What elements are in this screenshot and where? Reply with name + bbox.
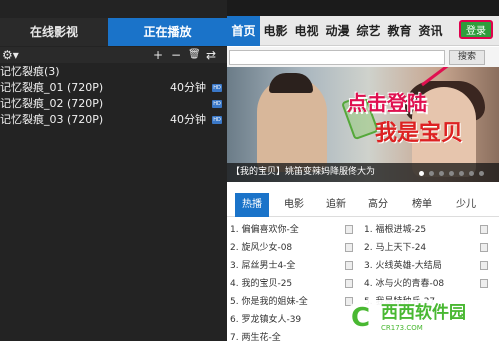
playlist-item-name: 记忆裂痕_01 (720P): [0, 81, 104, 94]
search-button[interactable]: 搜索: [449, 50, 485, 65]
tab-education[interactable]: 教育: [384, 16, 415, 46]
tab-movie[interactable]: 电影: [260, 16, 291, 46]
rank-item[interactable]: 4. 我的宝贝-25: [230, 275, 292, 293]
play-list-icon[interactable]: [345, 261, 353, 270]
play-list-icon[interactable]: [345, 243, 353, 252]
rank-item[interactable]: 4. 冰与火的青春-08: [364, 275, 444, 293]
play-list-icon[interactable]: [480, 261, 488, 270]
tab-variety[interactable]: 综艺: [353, 16, 384, 46]
rank-item[interactable]: 3. 屌丝男士4-全: [230, 257, 295, 275]
rank-item[interactable]: 3. 火线英雄-大结局: [364, 257, 442, 275]
play-list-icon[interactable]: [480, 279, 488, 288]
playlist-item[interactable]: 记忆裂痕_01 (720P) 40分钟 HD: [0, 80, 227, 96]
playlist-item-name: 记忆裂痕_03 (720P): [0, 113, 104, 126]
search-input[interactable]: [229, 50, 445, 65]
tab-now-playing[interactable]: 正在播放: [108, 18, 227, 46]
site-watermark: C 西西软件园 CR173.COM: [345, 300, 495, 338]
carousel-dot[interactable]: [429, 171, 434, 176]
trash-icon[interactable]: 🗑: [188, 48, 201, 62]
play-list-icon[interactable]: [345, 225, 353, 234]
add-icon[interactable]: +: [153, 48, 163, 62]
remove-icon[interactable]: −: [171, 48, 181, 62]
playlist-group-label: 记忆裂痕(3): [0, 65, 60, 78]
playlist-item-name: 记忆裂痕_02 (720P): [0, 97, 104, 110]
rank-item[interactable]: 2. 旋风少女-08: [230, 239, 292, 257]
watermark-url: CR173.COM: [381, 324, 423, 332]
rank-item[interactable]: 7. 两生花-全: [230, 329, 281, 341]
play-list-icon[interactable]: [480, 225, 488, 234]
rank-item[interactable]: 1. 偏偏喜欢你-全: [230, 221, 299, 239]
banner[interactable]: 我是宝贝 点击登陆 【我的宝贝】姚笛变辣妈降服佟大为: [227, 67, 499, 182]
tab-hot[interactable]: 热播: [235, 193, 269, 217]
hd-badge: HD: [212, 100, 222, 108]
tab-new[interactable]: 追新: [319, 193, 353, 217]
tab-chart[interactable]: 榜单: [405, 193, 439, 217]
playlist-group[interactable]: 记忆裂痕(3): [0, 64, 227, 80]
tab-news[interactable]: 资讯: [415, 16, 446, 46]
playlist-item[interactable]: 记忆裂痕_02 (720P) HD: [0, 96, 227, 112]
carousel-dot[interactable]: [469, 171, 474, 176]
login-button[interactable]: 登录: [459, 20, 493, 39]
hd-badge: HD: [212, 116, 222, 124]
playlist-toolbar: ⚙▾ + − 🗑 ⇄: [0, 47, 227, 63]
carousel-dot[interactable]: [479, 171, 484, 176]
settings-icon[interactable]: ⚙▾: [2, 48, 19, 62]
playlist-panel: 在线影视 正在播放 ⚙▾ + − 🗑 ⇄ 记忆裂痕(3) 记忆裂痕_01 (72…: [0, 0, 227, 341]
carousel-dot[interactable]: [459, 171, 464, 176]
rank-item[interactable]: 5. 你是我的姐妹-全: [230, 293, 308, 311]
tab-online-video[interactable]: 在线影视: [0, 18, 108, 46]
playlist: 记忆裂痕(3) 记忆裂痕_01 (720P) 40分钟 HD 记忆裂痕_02 (…: [0, 64, 227, 128]
tab-anime[interactable]: 动漫: [322, 16, 353, 46]
tab-kids[interactable]: 少儿: [449, 193, 483, 217]
rank-item[interactable]: 2. 马上天下-24: [364, 239, 426, 257]
carousel-dot[interactable]: [419, 171, 424, 176]
carousel-dot[interactable]: [439, 171, 444, 176]
tab-movie-rank[interactable]: 电影: [277, 193, 311, 217]
ranking-tabs: 热播 电影 追新 高分 榜单 少儿: [227, 193, 499, 217]
tab-tv[interactable]: 电视: [291, 16, 322, 46]
tab-home[interactable]: 首页: [227, 16, 260, 46]
rank-item[interactable]: 6. 罗龙镇女人-39: [230, 311, 301, 329]
rank-item[interactable]: 1. 福根进城-25: [364, 221, 426, 239]
shuffle-icon[interactable]: ⇄: [206, 48, 216, 62]
search-bar: 搜索: [227, 47, 499, 67]
play-list-icon[interactable]: [345, 279, 353, 288]
browser-nav-bar: [227, 0, 499, 16]
carousel-dot[interactable]: [449, 171, 454, 176]
playlist-item-duration: 40分钟: [170, 81, 206, 94]
tab-top-rated[interactable]: 高分: [361, 193, 395, 217]
hd-badge: HD: [212, 84, 222, 92]
browser-panel: 首页 电影 电视 动漫 综艺 教育 资讯 登录 搜索 我是宝贝 点击登陆 【我的…: [227, 0, 499, 341]
click-login-annotation: 点击登陆: [347, 91, 427, 115]
watermark-text: 西西软件园: [381, 303, 466, 323]
playlist-item-duration: 40分钟: [170, 113, 206, 126]
playlist-item[interactable]: 记忆裂痕_03 (720P) 40分钟 HD: [0, 112, 227, 128]
watermark-logo-icon: C: [351, 303, 371, 333]
play-list-icon[interactable]: [480, 243, 488, 252]
